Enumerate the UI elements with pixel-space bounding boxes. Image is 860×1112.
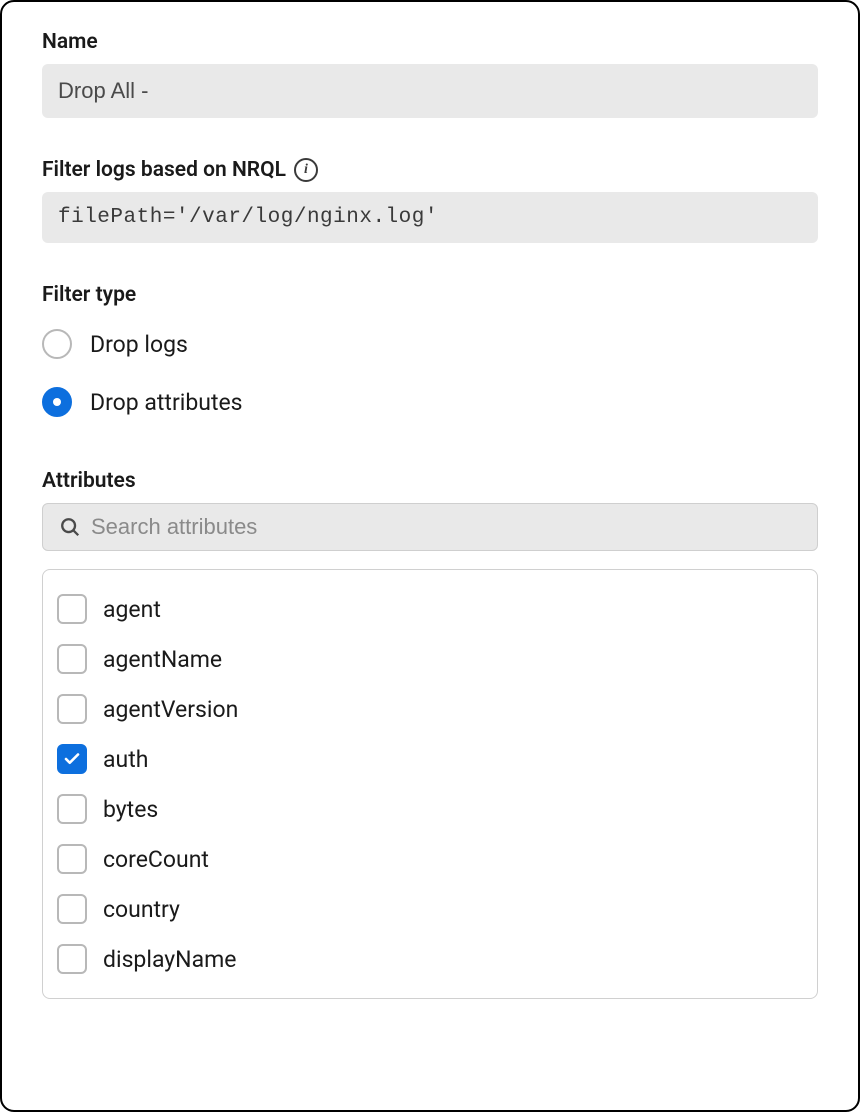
attribute-item-country[interactable]: country (57, 884, 803, 934)
attribute-item-agentname[interactable]: agentName (57, 634, 803, 684)
check-icon (63, 750, 81, 768)
filter-type-label: Filter type (42, 283, 818, 307)
checkbox-icon (57, 944, 87, 974)
search-input[interactable] (91, 514, 801, 540)
attributes-search[interactable] (42, 503, 818, 551)
attribute-item-displayname[interactable]: displayName (57, 934, 803, 984)
attributes-label: Attributes (42, 469, 818, 493)
attribute-item-auth[interactable]: auth (57, 734, 803, 784)
nrql-field-group: Filter logs based on NRQL i (42, 158, 818, 243)
attribute-label: bytes (103, 796, 158, 823)
checkbox-icon (57, 694, 87, 724)
attribute-label: agent (103, 596, 161, 623)
attributes-section: Attributes agent agentName agentVersion (42, 469, 818, 999)
name-label: Name (42, 30, 818, 54)
attribute-label: auth (103, 746, 148, 773)
nrql-label: Filter logs based on NRQL i (42, 158, 818, 182)
checkbox-icon (57, 744, 87, 774)
attribute-label: country (103, 896, 180, 923)
checkbox-icon (57, 844, 87, 874)
radio-label: Drop logs (90, 331, 188, 358)
radio-label: Drop attributes (90, 389, 243, 416)
radio-drop-attributes[interactable]: Drop attributes (42, 387, 818, 417)
radio-drop-logs[interactable]: Drop logs (42, 329, 818, 359)
attributes-listbox: agent agentName agentVersion auth (42, 569, 818, 999)
attribute-label: agentVersion (103, 696, 238, 723)
nrql-input[interactable] (42, 192, 818, 243)
checkbox-icon (57, 644, 87, 674)
checkbox-icon (57, 894, 87, 924)
radio-circle-icon (42, 329, 72, 359)
radio-circle-icon (42, 387, 72, 417)
attribute-label: coreCount (103, 846, 209, 873)
checkbox-icon (57, 594, 87, 624)
name-field-group: Name (42, 30, 818, 118)
attribute-item-agentversion[interactable]: agentVersion (57, 684, 803, 734)
drop-filter-form: Name Filter logs based on NRQL i Filter … (0, 0, 860, 1112)
name-input[interactable] (42, 64, 818, 118)
attribute-item-bytes[interactable]: bytes (57, 784, 803, 834)
attribute-item-agent[interactable]: agent (57, 584, 803, 634)
info-icon[interactable]: i (294, 158, 318, 182)
search-icon (59, 516, 81, 538)
attribute-item-corecount[interactable]: coreCount (57, 834, 803, 884)
checkbox-icon (57, 794, 87, 824)
filter-type-section: Filter type Drop logs Drop attributes (42, 283, 818, 417)
filter-type-radio-group: Drop logs Drop attributes (42, 329, 818, 417)
nrql-label-text: Filter logs based on NRQL (42, 158, 286, 182)
attribute-label: agentName (103, 646, 222, 673)
attribute-label: displayName (103, 946, 236, 973)
